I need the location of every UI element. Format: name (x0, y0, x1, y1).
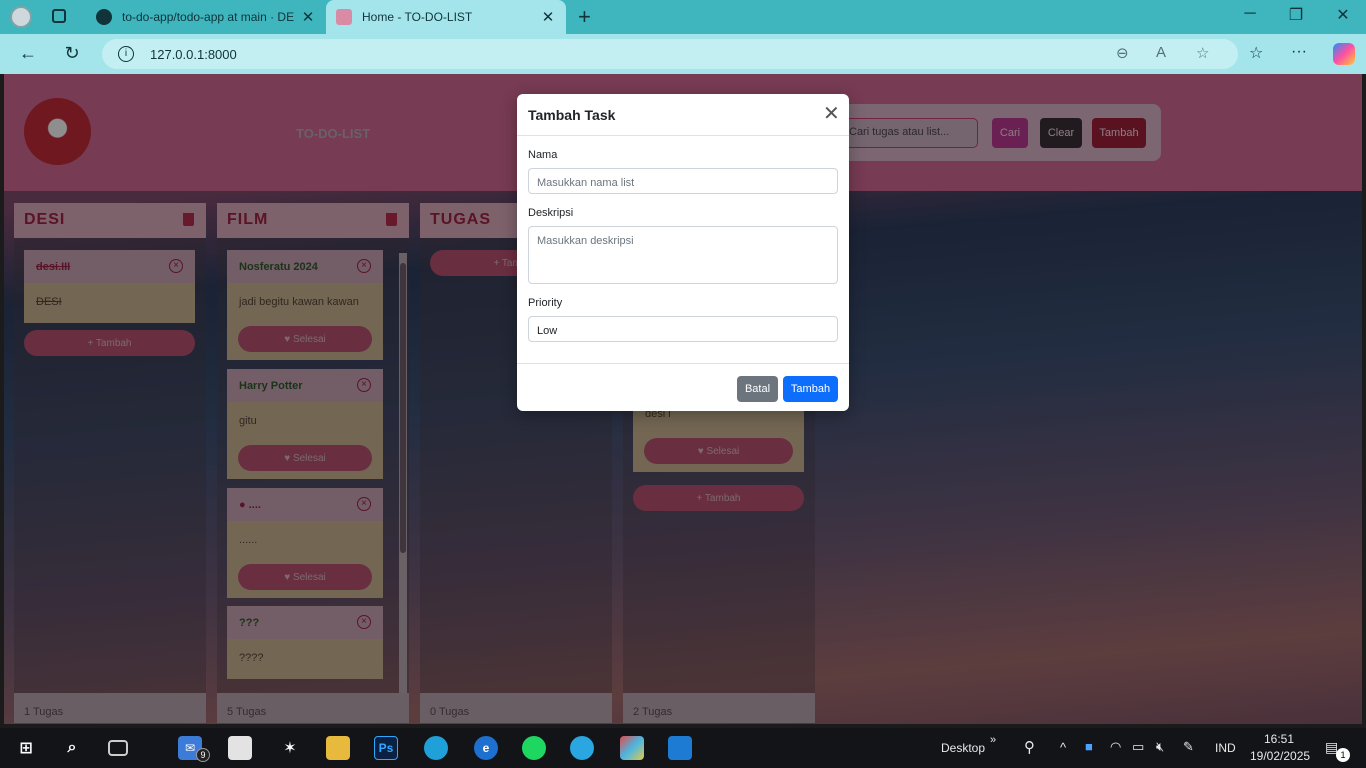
favorite-star-icon[interactable]: ☆ (1196, 44, 1209, 62)
nama-input[interactable]: Masukkan nama list (528, 168, 838, 194)
battery-icon[interactable]: ▭ (1132, 739, 1144, 755)
favorites-icon[interactable]: ☆ (1249, 43, 1263, 63)
windows-start-icon[interactable]: ⊞ (14, 736, 38, 760)
wifi-icon[interactable]: ◠ (1110, 739, 1121, 755)
search-icon[interactable]: ⌕ (60, 736, 84, 760)
close-icon[interactable]: ✕ (823, 104, 840, 124)
profile-icon[interactable] (10, 6, 32, 28)
minimize-button[interactable]: ─ (1240, 5, 1260, 23)
clock-time[interactable]: 16:51 (1264, 732, 1294, 746)
tab-close-icon[interactable]: ✕ (300, 8, 316, 26)
url-text[interactable]: 127.0.0.1:8000 (150, 47, 237, 62)
tab-github[interactable]: to-do-app/todo-app at main · DE ✕ (86, 0, 326, 34)
task-view-icon[interactable] (108, 740, 128, 756)
volume-muted-icon[interactable]: 🔇︎ (1156, 739, 1164, 755)
read-aloud-icon[interactable]: A (1156, 44, 1166, 61)
photoshop-icon[interactable]: Ps (374, 736, 398, 760)
address-bar: ← ↻ i 127.0.0.1:8000 ⊖ A ☆ ☆ ··· (0, 34, 1366, 74)
show-hidden-icon[interactable]: ^ (1060, 740, 1066, 755)
back-icon[interactable]: ← (17, 43, 39, 64)
tab-title: to-do-app/todo-app at main · DE (122, 10, 295, 24)
mail-badge: 9 (196, 748, 210, 762)
nama-label: Nama (528, 149, 558, 161)
new-tab-button[interactable]: + (578, 4, 591, 30)
modal-header: Tambah Task ✕ (517, 94, 849, 136)
notification-badge: 1 (1336, 748, 1350, 762)
site-info-icon[interactable]: i (118, 46, 134, 62)
vscode-icon[interactable] (668, 736, 692, 760)
notification-app-icon[interactable]: ■ (1085, 739, 1093, 754)
people-icon[interactable]: ⚲ (1024, 738, 1035, 756)
close-window-button[interactable]: ✕ (1333, 5, 1353, 25)
modal-footer: Batal Tambah (517, 363, 849, 411)
spotify-icon[interactable] (522, 736, 546, 760)
zoom-icon[interactable]: ⊖ (1116, 44, 1129, 62)
git-icon[interactable] (620, 736, 644, 760)
store-icon[interactable] (228, 736, 252, 760)
menu-icon[interactable]: ··· (1291, 43, 1307, 61)
game-icon[interactable]: ✶ (278, 736, 302, 760)
windows-taskbar: ⊞ ⌕ ✉ 9 ✶ Ps e Desktop » ⚲ ^ ■ ◠ ▭ 🔇︎ ✎ … (0, 728, 1366, 768)
cancel-button[interactable]: Batal (737, 376, 778, 402)
restore-button[interactable]: ❐ (1286, 5, 1306, 25)
browser-tab-bar: to-do-app/todo-app at main · DE ✕ Home -… (0, 0, 1366, 34)
chevron-icon[interactable]: » (990, 734, 996, 746)
app-icon[interactable] (570, 736, 594, 760)
refresh-icon[interactable]: ↻ (61, 43, 83, 64)
laravel-icon (336, 9, 352, 25)
clock-date[interactable]: 19/02/2025 (1250, 749, 1310, 763)
pen-icon[interactable]: ✎ (1183, 739, 1194, 755)
priority-select[interactable]: Low (528, 316, 838, 342)
tab-actions-icon[interactable] (52, 9, 66, 23)
github-icon (96, 9, 112, 25)
priority-label: Priority (528, 297, 563, 309)
tab-title: Home - TO-DO-LIST (362, 10, 473, 24)
language-indicator[interactable]: IND (1215, 741, 1236, 755)
submit-button[interactable]: Tambah (783, 376, 838, 402)
file-explorer-icon[interactable] (326, 736, 350, 760)
desktop-label[interactable]: Desktop (941, 741, 985, 755)
modal-title: Tambah Task (528, 107, 616, 123)
url-field[interactable]: i 127.0.0.1:8000 ⊖ A ☆ (102, 39, 1238, 69)
ie-icon[interactable]: e (474, 736, 498, 760)
copilot-icon[interactable] (1333, 43, 1355, 65)
edge-icon[interactable] (424, 736, 448, 760)
deskripsi-textarea[interactable]: Masukkan deskripsi (528, 226, 838, 284)
deskripsi-label: Deskripsi (528, 207, 574, 219)
tab-home[interactable]: Home - TO-DO-LIST ✕ (326, 0, 566, 34)
add-task-modal: Tambah Task ✕ Nama Masukkan nama list De… (517, 94, 849, 411)
tab-close-icon[interactable]: ✕ (540, 8, 556, 26)
